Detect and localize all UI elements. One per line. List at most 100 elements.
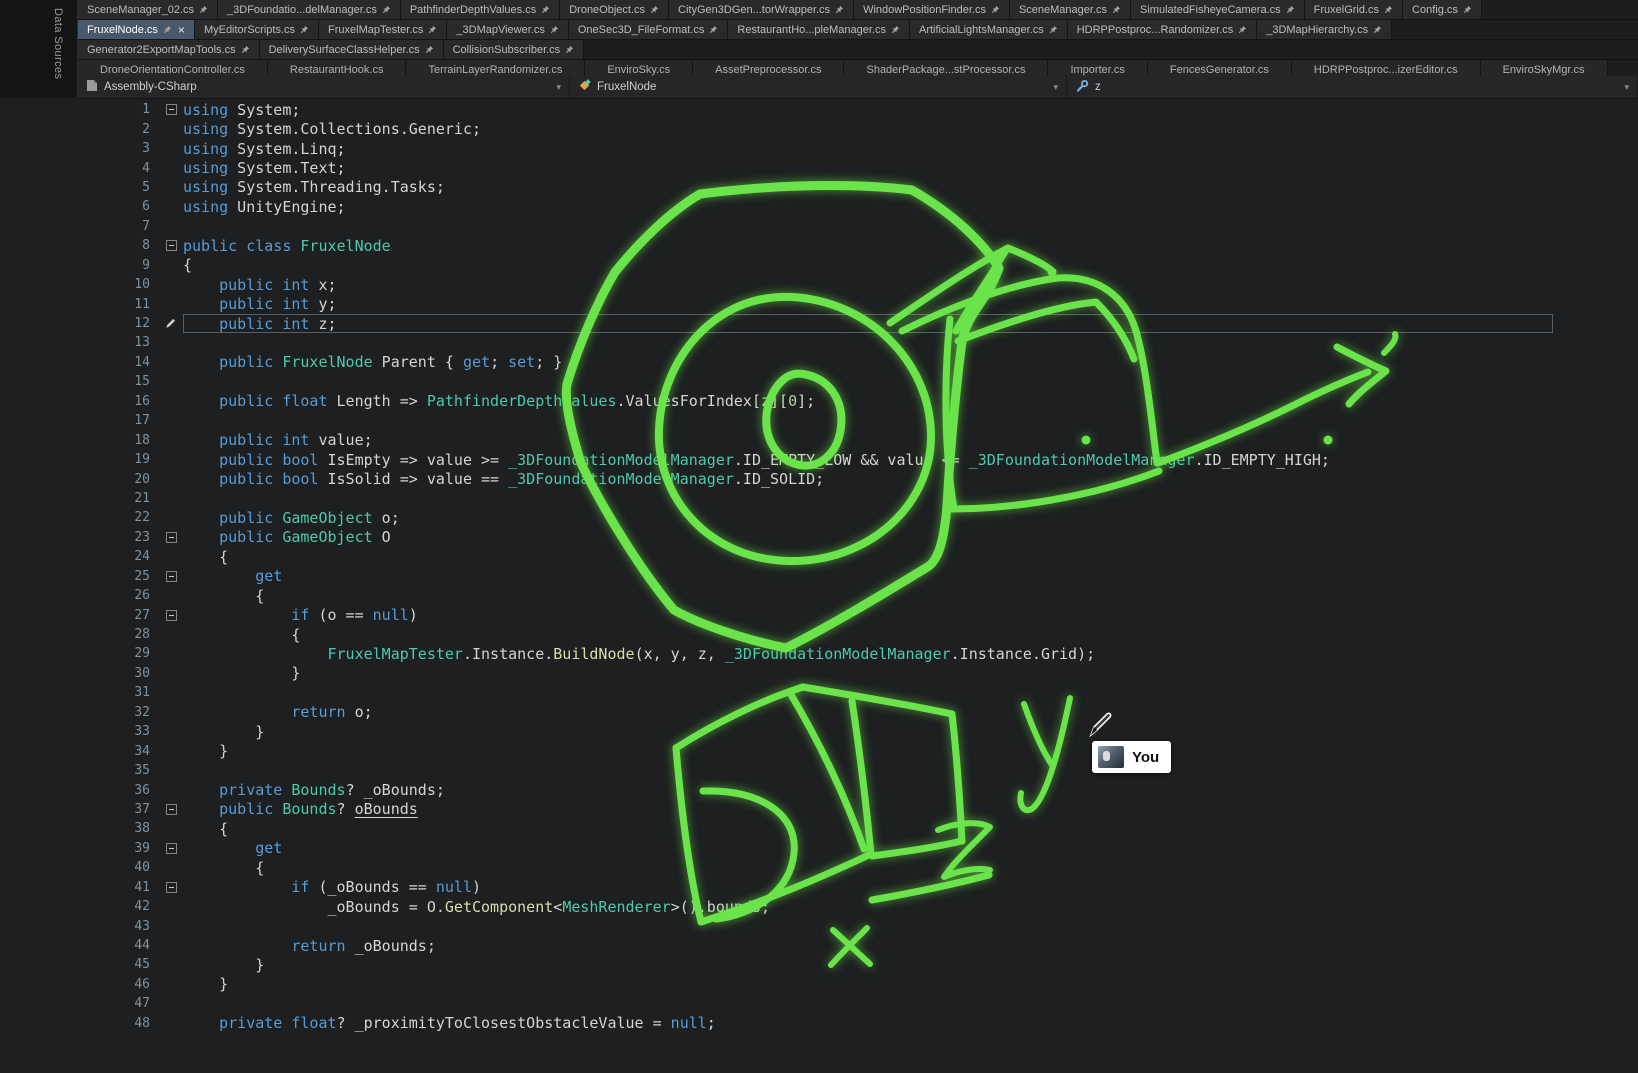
project-dropdown[interactable]: Assembly-CSharp ▾ xyxy=(78,76,570,98)
code-line-13[interactable]: 13 xyxy=(0,333,1638,352)
code-line-37[interactable]: 37 public Bounds? oBounds xyxy=(0,800,1638,819)
tab-fruxelnode-cs[interactable]: FruxelNode.cs× xyxy=(78,20,195,39)
code-line-48[interactable]: 48 private float? _proximityToClosestObs… xyxy=(0,1014,1638,1033)
pin-icon[interactable] xyxy=(709,25,718,34)
pin-icon[interactable] xyxy=(835,5,844,14)
code-line-31[interactable]: 31 xyxy=(0,683,1638,702)
member-dropdown[interactable]: z ▾ xyxy=(1067,76,1638,98)
pin-icon[interactable] xyxy=(541,5,550,14)
fold-minus-icon[interactable] xyxy=(166,240,177,251)
tab-simulatedfisheyecamera-cs[interactable]: SimulatedFisheyeCamera.cs xyxy=(1131,0,1305,19)
code-line-1[interactable]: 1using System; xyxy=(0,100,1638,119)
pin-icon[interactable] xyxy=(1112,5,1121,14)
code-editor[interactable]: 1using System;2using System.Collections.… xyxy=(0,98,1638,1073)
pin-icon[interactable] xyxy=(1384,5,1393,14)
pin-icon[interactable] xyxy=(891,25,900,34)
code-line-4[interactable]: 4using System.Text; xyxy=(0,158,1638,177)
tab-onesec3d-fileformat-cs[interactable]: OneSec3D_FileFormat.cs xyxy=(569,20,729,39)
code-line-2[interactable]: 2using System.Collections.Generic; xyxy=(0,119,1638,138)
pin-icon[interactable] xyxy=(1373,25,1382,34)
code-line-11[interactable]: 11 public int y; xyxy=(0,294,1638,313)
pin-icon[interactable] xyxy=(1286,5,1295,14)
code-line-44[interactable]: 44 return _oBounds; xyxy=(0,936,1638,955)
tab-citygen3dgen-torwrapper-cs[interactable]: CityGen3DGen...torWrapper.cs xyxy=(669,0,854,19)
code-line-46[interactable]: 46 } xyxy=(0,975,1638,994)
code-line-24[interactable]: 24 { xyxy=(0,547,1638,566)
code-line-18[interactable]: 18 public int value; xyxy=(0,430,1638,449)
code-line-39[interactable]: 39 get xyxy=(0,839,1638,858)
fold-minus-icon[interactable] xyxy=(166,532,177,543)
tab-3dmaphierarchy-cs[interactable]: _3DMapHierarchy.cs xyxy=(1257,20,1392,39)
code-line-7[interactable]: 7 xyxy=(0,217,1638,236)
tab-collisionsubscriber-cs[interactable]: CollisionSubscriber.cs xyxy=(444,40,585,59)
pin-icon[interactable] xyxy=(425,45,434,54)
code-line-42[interactable]: 42 _oBounds = O.GetComponent<MeshRendere… xyxy=(0,897,1638,916)
pin-icon[interactable] xyxy=(565,45,574,54)
code-line-30[interactable]: 30 } xyxy=(0,664,1638,683)
code-line-25[interactable]: 25 get xyxy=(0,567,1638,586)
code-line-38[interactable]: 38 { xyxy=(0,819,1638,838)
code-line-43[interactable]: 43 xyxy=(0,916,1638,935)
tab-myeditorscripts-cs[interactable]: MyEditorScripts.cs xyxy=(195,20,319,39)
fold-minus-icon[interactable] xyxy=(166,843,177,854)
code-line-33[interactable]: 33 } xyxy=(0,722,1638,741)
pin-icon[interactable] xyxy=(650,5,659,14)
fold-minus-icon[interactable] xyxy=(166,804,177,815)
code-line-27[interactable]: 27 if (o == null) xyxy=(0,605,1638,624)
code-line-29[interactable]: 29 FruxelMapTester.Instance.BuildNode(x,… xyxy=(0,644,1638,663)
code-line-36[interactable]: 36 private Bounds? _oBounds; xyxy=(0,780,1638,799)
tab-config-cs[interactable]: Config.cs xyxy=(1403,0,1482,19)
code-line-10[interactable]: 10 public int x; xyxy=(0,275,1638,294)
code-line-5[interactable]: 5using System.Threading.Tasks; xyxy=(0,178,1638,197)
close-icon[interactable]: × xyxy=(178,24,185,36)
fold-minus-icon[interactable] xyxy=(166,571,177,582)
code-line-6[interactable]: 6using UnityEngine; xyxy=(0,197,1638,216)
code-line-47[interactable]: 47 xyxy=(0,994,1638,1013)
tab-restaurantho-plemanager-cs[interactable]: RestaurantHo...pleManager.cs xyxy=(728,20,910,39)
type-dropdown[interactable]: FruxelNode ▾ xyxy=(570,76,1067,98)
tab-3dfoundatio-delmanager-cs[interactable]: _3DFoundatio...delManager.cs xyxy=(218,0,401,19)
code-line-17[interactable]: 17 xyxy=(0,411,1638,430)
pin-icon[interactable] xyxy=(241,45,250,54)
pin-icon[interactable] xyxy=(1463,5,1472,14)
code-line-9[interactable]: 9{ xyxy=(0,256,1638,275)
code-line-14[interactable]: 14 public FruxelNode Parent { get; set; … xyxy=(0,353,1638,372)
code-line-19[interactable]: 19 public bool IsEmpty => value >= _3DFo… xyxy=(0,450,1638,469)
data-sources-panel-tab[interactable]: Data Sources xyxy=(52,8,64,79)
code-line-28[interactable]: 28 { xyxy=(0,625,1638,644)
code-line-20[interactable]: 20 public bool IsSolid => value == _3DFo… xyxy=(0,469,1638,488)
pin-icon[interactable] xyxy=(199,5,208,14)
pin-icon[interactable] xyxy=(428,25,437,34)
tab-fruxelgrid-cs[interactable]: FruxelGrid.cs xyxy=(1305,0,1403,19)
pin-icon[interactable] xyxy=(300,25,309,34)
code-line-26[interactable]: 26 { xyxy=(0,586,1638,605)
pin-icon[interactable] xyxy=(382,5,391,14)
code-line-40[interactable]: 40 { xyxy=(0,858,1638,877)
code-line-21[interactable]: 21 xyxy=(0,489,1638,508)
code-line-15[interactable]: 15 xyxy=(0,372,1638,391)
pin-icon[interactable] xyxy=(991,5,1000,14)
fold-minus-icon[interactable] xyxy=(166,610,177,621)
fold-minus-icon[interactable] xyxy=(166,882,177,893)
code-line-16[interactable]: 16 public float Length => PathfinderDept… xyxy=(0,392,1638,411)
tab-artificiallightsmanager-cs[interactable]: ArtificialLightsManager.cs xyxy=(910,20,1068,39)
tab-3dmapviewer-cs[interactable]: _3DMapViewer.cs xyxy=(447,20,568,39)
code-line-8[interactable]: 8public class FruxelNode xyxy=(0,236,1638,255)
fold-minus-icon[interactable] xyxy=(166,104,177,115)
tab-scenemanager-cs[interactable]: SceneManager.cs xyxy=(1010,0,1131,19)
code-line-22[interactable]: 22 public GameObject o; xyxy=(0,508,1638,527)
tab-pathfinderdepthvalues-cs[interactable]: PathfinderDepthValues.cs xyxy=(401,0,560,19)
tab-deliverysurfaceclasshelper-cs[interactable]: DeliverySurfaceClassHelper.cs xyxy=(260,40,444,59)
code-line-35[interactable]: 35 xyxy=(0,761,1638,780)
code-line-32[interactable]: 32 return o; xyxy=(0,703,1638,722)
pin-icon[interactable] xyxy=(550,25,559,34)
code-line-3[interactable]: 3using System.Linq; xyxy=(0,139,1638,158)
code-line-45[interactable]: 45 } xyxy=(0,955,1638,974)
code-line-12[interactable]: 12 public int z; xyxy=(0,314,1638,333)
code-line-23[interactable]: 23 public GameObject O xyxy=(0,528,1638,547)
code-line-41[interactable]: 41 if (_oBounds == null) xyxy=(0,878,1638,897)
tab-hdrppostproc-randomizer-cs[interactable]: HDRPPostproc...Randomizer.cs xyxy=(1068,20,1258,39)
pin-icon[interactable] xyxy=(1049,25,1058,34)
tab-windowpositionfinder-cs[interactable]: WindowPositionFinder.cs xyxy=(854,0,1010,19)
code-line-34[interactable]: 34 } xyxy=(0,741,1638,760)
